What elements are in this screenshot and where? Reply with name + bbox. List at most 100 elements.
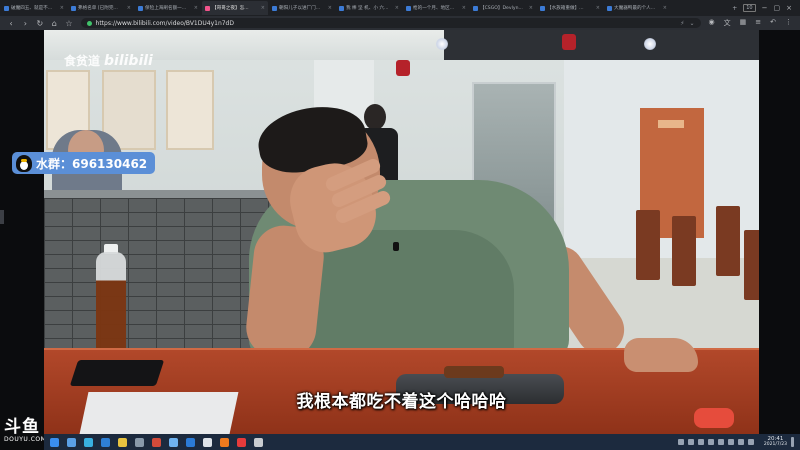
- taskbar-app-icon[interactable]: [101, 437, 110, 447]
- tray-icon[interactable]: [697, 439, 704, 445]
- tab-title: 我 棒 坚 机、小 六...: [346, 6, 389, 11]
- tab-close-icon[interactable]: ×: [596, 5, 600, 11]
- taskbar-app-icon[interactable]: [254, 437, 263, 447]
- new-tab-icon[interactable]: +: [732, 5, 737, 12]
- bookmark-star-icon[interactable]: ☆: [65, 19, 72, 28]
- tab-title: 【水族箱重做】...: [547, 6, 584, 11]
- side-panel-handle[interactable]: [0, 210, 4, 224]
- browser-tab[interactable]: 朝阳儿子以进厂门... ×: [269, 1, 335, 15]
- browser-tab[interactable]: 枪的一个月、地区... ×: [403, 1, 469, 15]
- browser-tab[interactable]: 【水族箱重做】... ×: [537, 1, 603, 15]
- chair: [636, 210, 660, 280]
- tab-favicon-icon: [339, 5, 344, 11]
- background-person-head: [364, 104, 386, 130]
- back-icon[interactable]: ‹: [8, 19, 14, 28]
- taskbar-app-icon[interactable]: [152, 437, 161, 447]
- bilibili-logo: bilibili: [104, 53, 153, 69]
- tab-favicon-icon: [138, 5, 143, 11]
- network-icon[interactable]: [737, 439, 744, 445]
- volume-icon[interactable]: [747, 439, 754, 445]
- ceiling-lamp: [644, 38, 656, 50]
- tab-favicon-icon: [205, 5, 210, 11]
- taskbar-app-icon[interactable]: [84, 437, 93, 447]
- tab-count-badge[interactable]: 10: [743, 4, 756, 12]
- browser-tab[interactable]: 我 棒 坚 机、小 六... ×: [336, 1, 402, 15]
- show-desktop-button[interactable]: [791, 437, 794, 447]
- tab-close-icon[interactable]: ×: [462, 5, 466, 11]
- translate-icon[interactable]: 文: [724, 18, 731, 28]
- video-subtitle: 我根本都吃不着这个哈哈哈: [296, 392, 507, 412]
- browser-tab[interactable]: 【CSGO】Devlyn... ×: [470, 1, 536, 15]
- tab-favicon-icon: [406, 5, 411, 11]
- tray-icon[interactable]: [677, 439, 684, 445]
- tray-icon[interactable]: [717, 439, 724, 445]
- tab-favicon-icon: [4, 5, 9, 11]
- tab-close-icon[interactable]: ×: [60, 5, 64, 11]
- extension-icon[interactable]: ◉: [709, 18, 715, 28]
- forward-icon[interactable]: ›: [22, 19, 28, 28]
- apps-grid-icon[interactable]: ▦: [740, 18, 747, 28]
- taskbar-app-icon[interactable]: [67, 437, 76, 447]
- tab-close-icon[interactable]: ×: [328, 5, 332, 11]
- taskbar-app-icon[interactable]: [203, 437, 212, 447]
- browser-toolbar: ‹ › ↻ ⌂ ☆ https://www.bilibili.com/video…: [0, 16, 800, 30]
- tab-close-icon[interactable]: ×: [261, 5, 265, 11]
- wall-painting: [166, 70, 214, 150]
- browser-tab[interactable]: 大魔器鸭最的个人... ×: [604, 1, 670, 15]
- system-tray: 20:41 2021/7/23: [677, 436, 800, 448]
- taskbar-app-icon[interactable]: [169, 437, 178, 447]
- lightning-icon[interactable]: ⚡: [680, 20, 684, 27]
- browser-tab-strip: 破魔四五、就是不... × 弗格名单 [已附完... × 保险上海刷名额一... × …: [0, 0, 800, 16]
- browser-tab[interactable]: 弗格名单 [已附完... ×: [68, 1, 134, 15]
- menu-icon[interactable]: ≡: [755, 18, 761, 28]
- tab-close-icon[interactable]: ×: [529, 5, 533, 11]
- qq-penguin-icon: [16, 154, 32, 172]
- taskbar-app-icon[interactable]: [237, 437, 246, 447]
- close-window-icon[interactable]: ×: [786, 4, 792, 12]
- address-bar[interactable]: https://www.bilibili.com/video/BV1DU4y1n…: [80, 18, 701, 28]
- tab-close-icon[interactable]: ×: [127, 5, 131, 11]
- tab-title: 破魔四五、就是不...: [11, 6, 53, 11]
- taskbar-app-icon[interactable]: [220, 437, 229, 447]
- minimize-icon[interactable]: −: [762, 4, 768, 12]
- tray-icon[interactable]: [687, 439, 694, 445]
- tray-icon[interactable]: [727, 439, 734, 445]
- tab-close-icon[interactable]: ×: [663, 5, 667, 11]
- person-right-hand: [624, 338, 698, 372]
- phone: [69, 360, 165, 386]
- reload-icon[interactable]: ↻: [36, 19, 43, 28]
- taskbar-folder-icon[interactable]: [118, 437, 127, 447]
- browser-tab-active[interactable]: 【哥哥之夜】怎... ×: [202, 1, 268, 15]
- tab-title: 保险上海刷名额一...: [145, 6, 187, 11]
- video-ceiling-dark: [444, 30, 759, 60]
- browser-tab[interactable]: 破魔四五、就是不... ×: [1, 1, 67, 15]
- video-player[interactable]: 食贫道 bilibili 我根本都吃不着这个哈哈哈: [44, 30, 759, 434]
- taskbar-clock[interactable]: 20:41 2021/7/23: [764, 436, 787, 448]
- taskbar-app-icon[interactable]: [135, 437, 144, 447]
- more-icon[interactable]: ⋮: [785, 18, 792, 28]
- tab-favicon-icon: [607, 5, 612, 11]
- undo-icon[interactable]: ↶: [770, 18, 776, 28]
- ceiling-lamp: [436, 38, 448, 50]
- tab-close-icon[interactable]: ×: [395, 5, 399, 11]
- red-lantern: [396, 60, 410, 76]
- url-text[interactable]: https://www.bilibili.com/video/BV1DU4y1n…: [96, 20, 234, 27]
- skewers: [444, 366, 504, 378]
- tab-close-icon[interactable]: ×: [194, 5, 198, 11]
- start-icon[interactable]: [50, 437, 59, 447]
- tab-title: 朝阳儿子以进厂门...: [279, 6, 321, 11]
- maximize-icon[interactable]: ▢: [774, 4, 781, 12]
- fan-group-badge: 水群：696130462: [12, 152, 156, 174]
- watermark-channel: 食贫道: [64, 54, 101, 68]
- taskbar-steam-icon[interactable]: [186, 437, 195, 447]
- chair: [716, 206, 740, 276]
- tray-icon[interactable]: [707, 439, 714, 445]
- browser-tab[interactable]: 保险上海刷名额一... ×: [135, 1, 201, 15]
- address-bar-actions: ⚡ ⌄: [680, 20, 694, 27]
- tab-favicon-icon: [473, 5, 478, 11]
- tab-title: 【CSGO】Devlyn...: [480, 6, 523, 11]
- chair: [672, 216, 696, 286]
- chair: [744, 230, 759, 300]
- home-icon[interactable]: ⌂: [51, 19, 57, 28]
- dropdown-chevron-icon[interactable]: ⌄: [690, 20, 695, 27]
